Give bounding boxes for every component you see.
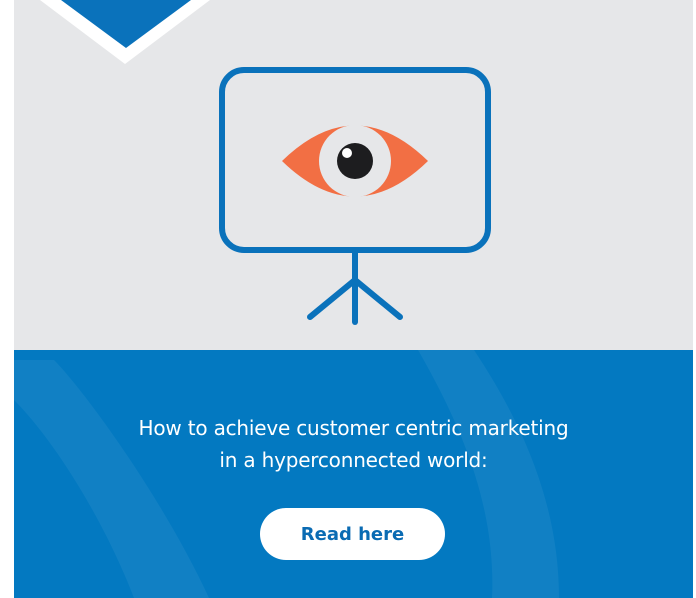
read-here-button[interactable]: Read here [260, 508, 445, 560]
headline-line-2: in a hyperconnected world: [219, 448, 488, 472]
hero-section [14, 0, 693, 350]
cta-panel: How to achieve customer centric marketin… [14, 350, 693, 598]
presentation-screen-with-eye-icon [219, 67, 491, 325]
eye-icon [282, 125, 428, 197]
promo-card: How to achieve customer centric marketin… [14, 0, 693, 598]
headline-line-1: How to achieve customer centric marketin… [138, 416, 569, 440]
headline: How to achieve customer centric marketin… [54, 412, 653, 476]
